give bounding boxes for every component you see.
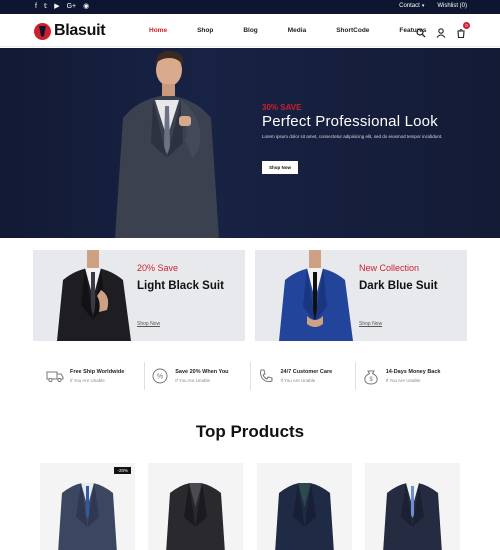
product-card[interactable]: -20%: [40, 463, 135, 550]
hero-slider: 30% SAVE Perfect Professional Look Lorem…: [0, 48, 500, 238]
banner-shop-now-link[interactable]: Shop Now: [359, 321, 382, 327]
banner-subtitle: 20% Save: [137, 263, 179, 273]
money-bag-icon: $: [364, 370, 378, 385]
feature-text: If You Are Unable: [385, 378, 421, 383]
product-image: [166, 483, 225, 550]
feature-title: 24/7 Customer Care: [280, 369, 333, 375]
nav-item-blog[interactable]: Blog: [243, 27, 257, 34]
section-title: Top Products: [195, 422, 305, 441]
youtube-icon[interactable]: ▶: [54, 3, 59, 11]
twitter-icon[interactable]: 𝕥: [44, 3, 47, 11]
svg-text:$: $: [369, 377, 373, 383]
feature-title: Save 20% When You: [175, 369, 229, 375]
top-bar: f 𝕥 ▶ G+ ◉ Contact ▾ Wishlist (0): [0, 0, 500, 14]
main-header: Blasuit Home Shop Blog Media ShortCode F…: [0, 14, 500, 47]
promo-banner-light-black-suit[interactable]: 20% Save Light Black Suit Shop Now: [33, 250, 245, 341]
blue-suit-image: [279, 250, 353, 341]
user-icon[interactable]: [436, 25, 446, 38]
svg-text:%: %: [157, 374, 163, 381]
google-plus-icon[interactable]: G+: [67, 3, 77, 11]
feature-text: If You Are Unable: [175, 378, 211, 383]
product-card[interactable]: [148, 463, 243, 550]
discount-badge: -20%: [114, 467, 131, 474]
promo-banner-dark-blue-suit[interactable]: New Collection Dark Blue Suit Shop Now: [255, 250, 467, 341]
nav-item-shortcode[interactable]: ShortCode: [336, 27, 369, 34]
banner-title: Light Black Suit: [137, 280, 224, 292]
product-card[interactable]: [365, 463, 460, 550]
feature-text: If You Are Unable: [280, 378, 316, 383]
logo[interactable]: Blasuit: [34, 22, 106, 40]
feature-title: 14-Days Money Back: [385, 369, 441, 375]
feature-item: Free Ship Worldwide If You Are Unable: [40, 362, 146, 390]
main-nav: Home Shop Blog Media ShortCode Features: [149, 27, 457, 34]
hero-description: Lorem ipsum dolor sit amet, consectetur …: [262, 134, 443, 139]
instagram-icon[interactable]: ◉: [83, 3, 89, 11]
hero-subtitle: 30% SAVE: [262, 103, 302, 112]
logo-text: Blasuit: [54, 22, 106, 39]
product-image: [275, 483, 334, 550]
search-icon[interactable]: [416, 25, 426, 38]
header-icons: 0: [416, 22, 470, 39]
banner-title: Dark Blue Suit: [359, 280, 438, 292]
product-card[interactable]: [257, 463, 352, 550]
hero-model-image: [115, 50, 219, 238]
chevron-down-icon: ▾: [421, 3, 425, 9]
nav-item-shop[interactable]: Shop: [197, 27, 213, 34]
feature-strip: Free Ship Worldwide If You Are Unable % …: [40, 362, 460, 390]
black-suit-image: [57, 250, 131, 341]
logo-mark-icon: [34, 22, 51, 40]
social-links: f 𝕥 ▶ G+ ◉: [35, 3, 89, 11]
product-image: [383, 483, 442, 550]
product-image: [58, 483, 117, 550]
feature-item: % Save 20% When You If You Are Unable: [145, 362, 251, 390]
feature-item: $ 14-Days Money Back If You Are Unable: [356, 362, 460, 390]
contact-dropdown[interactable]: Contact ▾: [399, 3, 424, 9]
hero-shop-now-button[interactable]: Shop Now: [262, 161, 298, 174]
banner-subtitle: New Collection: [359, 263, 420, 273]
discount-icon: %: [152, 368, 168, 384]
feature-text: If You Are Unable: [70, 378, 105, 383]
cart-icon[interactable]: 0: [456, 22, 470, 39]
hero-title: Perfect Professional Look: [262, 113, 438, 130]
cart-count-badge: 0: [463, 22, 470, 29]
wishlist-link[interactable]: Wishlist (0): [437, 3, 467, 9]
nav-item-home[interactable]: Home: [149, 27, 167, 34]
top-links: Contact ▾ Wishlist (0): [399, 3, 467, 9]
feature-item: 24/7 Customer Care If You Are Unable: [251, 362, 356, 390]
truck-icon: [46, 371, 64, 383]
facebook-icon[interactable]: f: [35, 3, 37, 11]
phone-icon: [259, 369, 272, 383]
feature-title: Free Ship Worldwide: [70, 369, 125, 375]
banner-shop-now-link[interactable]: Shop Now: [137, 321, 160, 327]
contact-label: Contact: [399, 3, 420, 9]
nav-item-media[interactable]: Media: [288, 27, 306, 34]
